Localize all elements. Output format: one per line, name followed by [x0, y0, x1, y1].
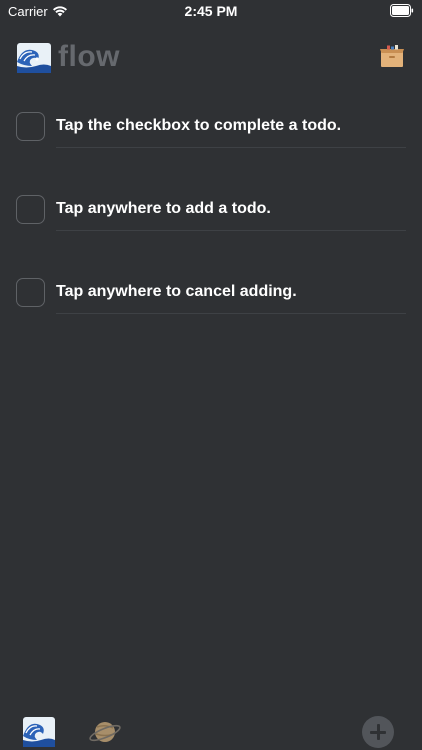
wave-emoji-icon[interactable] — [22, 716, 56, 748]
todo-item[interactable]: Tap anywhere to cancel adding. — [0, 270, 422, 353]
app-title: flow — [58, 40, 120, 73]
todo-divider — [56, 313, 406, 314]
clock: 2:45 PM — [184, 3, 238, 19]
todo-text[interactable]: Tap anywhere to add a todo. — [56, 200, 271, 218]
add-todo-button[interactable] — [362, 716, 394, 748]
tab-bar — [0, 712, 422, 750]
todo-divider — [56, 230, 406, 231]
status-bar: Carrier 2:45 PM — [0, 0, 422, 24]
todo-checkbox[interactable] — [16, 112, 45, 141]
battery-icon — [390, 4, 414, 17]
todo-checkbox[interactable] — [16, 278, 45, 307]
todo-item[interactable]: Tap anywhere to add a todo. — [0, 187, 422, 270]
todo-list: Tap the checkbox to complete a todo. Tap… — [0, 104, 422, 353]
todo-text[interactable]: Tap the checkbox to complete a todo. — [56, 117, 341, 135]
todo-item[interactable]: Tap the checkbox to complete a todo. — [0, 104, 422, 187]
archive-box-icon[interactable] — [379, 44, 405, 68]
todo-checkbox[interactable] — [16, 195, 45, 224]
todo-text[interactable]: Tap anywhere to cancel adding. — [56, 283, 297, 301]
app-header: flow — [0, 36, 422, 80]
planet-emoji-icon[interactable] — [88, 716, 122, 748]
todo-divider — [56, 147, 406, 148]
wave-emoji-icon[interactable] — [16, 42, 52, 74]
plus-icon-vertical — [376, 724, 380, 740]
